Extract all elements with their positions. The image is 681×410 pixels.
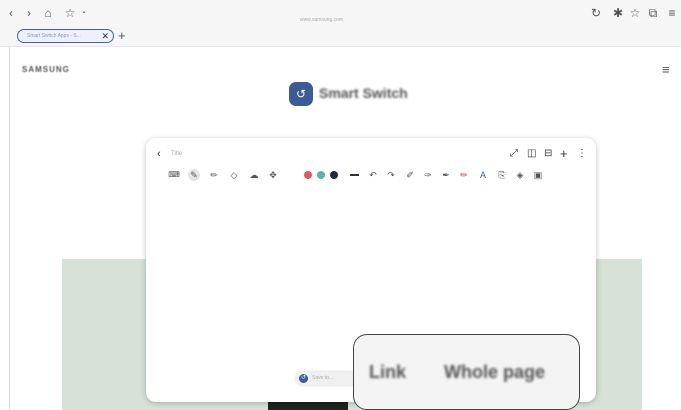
undo-icon[interactable]: ↶ — [367, 169, 379, 181]
pen-color-red[interactable] — [304, 171, 312, 179]
highlighter-icon[interactable]: ✏ — [208, 169, 220, 181]
address-bar[interactable]: www.samsung.com — [300, 8, 380, 23]
back-icon[interactable]: ‹ — [3, 5, 19, 21]
forward-icon[interactable]: › — [21, 5, 37, 21]
stroke-width-icon[interactable] — [350, 174, 359, 176]
page-title: Smart Switch — [319, 85, 408, 101]
fill-icon[interactable]: ◈ — [514, 169, 526, 181]
url-text: www.samsung.com — [300, 17, 344, 23]
screen: ‹ › ⌂ ☆ ▪ www.samsung.com ↻ ✱ ☆ ⧉ ≡ Smar… — [0, 0, 681, 410]
save-pill-label: Save to... — [312, 375, 334, 381]
more-options-icon[interactable]: ⋮ — [577, 148, 587, 160]
calligraphy-icon[interactable]: ✑ — [422, 169, 434, 181]
tabs-icon[interactable]: ⧉ — [645, 5, 661, 21]
expand-icon[interactable]: ⤢ — [510, 148, 518, 160]
home-icon[interactable]: ⌂ — [40, 5, 56, 21]
site-menu-icon[interactable]: ≡ — [662, 62, 670, 77]
save-pill-icon: ↺ — [299, 374, 308, 383]
star-icon[interactable]: ☆ — [627, 5, 643, 21]
reload-icon[interactable]: ↻ — [588, 5, 604, 21]
link-option[interactable]: Link — [369, 362, 406, 383]
browser-menu-icon[interactable]: ≡ — [664, 5, 680, 21]
save-pill[interactable]: ↺ Save to... — [296, 372, 356, 385]
marker-icon[interactable]: ✏ — [458, 169, 470, 181]
book-view-icon[interactable]: ◫ — [527, 148, 536, 160]
note-back-icon[interactable]: ‹ — [157, 148, 161, 160]
add-icon[interactable]: + — [560, 147, 568, 160]
lasso-icon[interactable]: ☁ — [248, 169, 260, 181]
zoom-callout: Link Whole page — [353, 334, 580, 410]
pen-color-teal[interactable] — [317, 171, 325, 179]
text-style-icon[interactable]: A — [477, 169, 489, 181]
pin-icon[interactable]: ✱ — [610, 5, 626, 21]
select-icon[interactable]: ✥ — [267, 169, 279, 181]
browser-tab[interactable]: Smart Switch Apps - S... ✕ — [17, 29, 114, 43]
browser-toolbar: ‹ › ⌂ ☆ ▪ www.samsung.com ↻ ✱ ☆ ⧉ ≡ — [0, 0, 681, 27]
shape-pen-icon[interactable]: ✐ — [404, 169, 416, 181]
lock-icon: ▪ — [82, 10, 86, 16]
text-box-icon[interactable]: ⎘ — [496, 169, 508, 181]
tab-title: Smart Switch Apps - S... — [27, 33, 81, 39]
pen-color-navy[interactable] — [330, 171, 338, 179]
brand-logo[interactable]: SAMSUNG — [22, 65, 70, 74]
keyboard-icon[interactable]: ⌨ — [168, 169, 180, 181]
note-title[interactable]: Title — [171, 151, 182, 157]
pages-icon[interactable]: ⊟ — [544, 148, 552, 160]
pen-icon[interactable]: ✎ — [188, 169, 200, 181]
fountain-pen-icon[interactable]: ✒ — [440, 169, 452, 181]
tab-close-icon[interactable]: ✕ — [101, 30, 109, 42]
tab-bar: Smart Switch Apps - S... ✕ + — [0, 27, 681, 47]
image-icon[interactable]: ▣ — [532, 169, 544, 181]
new-tab-button[interactable]: + — [118, 27, 126, 45]
redo-icon[interactable]: ↷ — [385, 169, 397, 181]
whole-page-option[interactable]: Whole page — [444, 362, 545, 383]
eraser-icon[interactable]: ◇ — [228, 169, 240, 181]
smart-switch-logo-icon: ↺ — [289, 82, 313, 106]
